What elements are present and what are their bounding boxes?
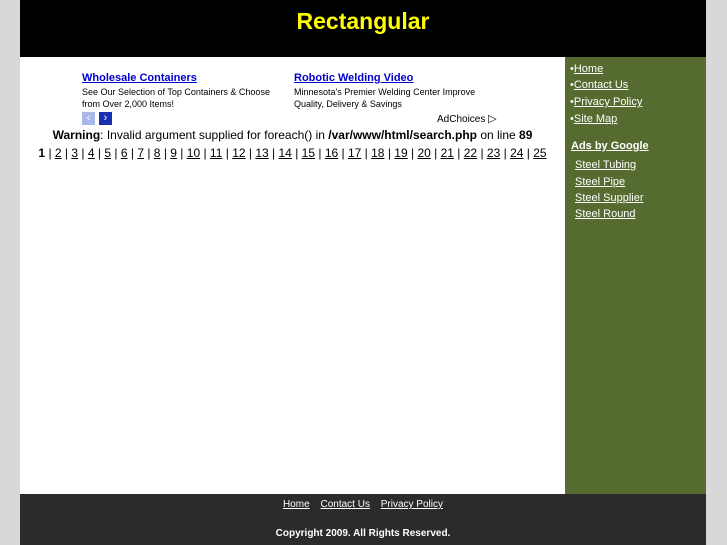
pager-link-page-14[interactable]: 14 <box>279 146 292 160</box>
site-header: Rectangular <box>20 0 706 57</box>
pager-link-page-11[interactable]: 11 <box>210 146 222 160</box>
sidebar-link-home[interactable]: Home <box>574 63 603 75</box>
pager-separator: | <box>144 146 154 160</box>
google-ad-steel-round[interactable]: Steel Round <box>575 208 636 220</box>
pager-separator: | <box>268 146 279 160</box>
pager-link-page-22[interactable]: 22 <box>464 146 477 160</box>
pager-separator: | <box>523 146 534 160</box>
footer-links: Home Contact Us Privacy Policy <box>20 499 706 510</box>
site-footer: Home Contact Us Privacy Policy Copyright… <box>20 494 706 545</box>
pager-separator: | <box>78 146 88 160</box>
pager-separator: | <box>361 146 372 160</box>
pager-separator: | <box>160 146 171 160</box>
warning-text-1: : Invalid argument supplied for foreach(… <box>100 128 329 142</box>
pager-separator: | <box>94 146 105 160</box>
footer-link-home[interactable]: Home <box>283 499 310 510</box>
sidebar-link-privacy-policy[interactable]: Privacy Policy <box>574 96 642 108</box>
adchoices-link[interactable]: AdChoices ▷ <box>437 112 497 125</box>
pager-link-page-19[interactable]: 19 <box>394 146 407 160</box>
pager-separator: | <box>500 146 511 160</box>
pager-link-page-10[interactable]: 10 <box>187 146 200 160</box>
warning-label: Warning <box>52 128 101 142</box>
pager-separator: | <box>200 146 210 160</box>
sidebar-link-site-map[interactable]: Site Map <box>574 113 617 125</box>
warning-line: 89 <box>519 128 533 142</box>
pager-separator: | <box>338 146 348 160</box>
sidebar-item-home: •Home <box>570 63 603 75</box>
pager-link-page-9[interactable]: 9 <box>170 146 177 160</box>
page-container: Rectangular Wholesale Containers See Our… <box>20 0 706 545</box>
sidebar-item-contact: •Contact Us <box>570 79 628 91</box>
sidebar: •Home •Contact Us •Privacy Policy •Site … <box>565 57 706 494</box>
footer-link-contact-us[interactable]: Contact Us <box>320 499 369 510</box>
ad-2-title-link[interactable]: Robotic Welding Video <box>294 72 413 84</box>
pager-separator: | <box>430 146 441 160</box>
pager-separator: | <box>61 146 72 160</box>
pager-link-page-20[interactable]: 20 <box>417 146 430 160</box>
google-ad-steel-tubing[interactable]: Steel Tubing <box>575 159 636 171</box>
pager-link-page-4[interactable]: 4 <box>88 146 95 160</box>
ad-2-desc-line-1: Minnesota's Premier Welding Center Impro… <box>294 87 476 97</box>
pager-separator: | <box>315 146 325 160</box>
pager-link-page-15[interactable]: 15 <box>302 146 315 160</box>
warning-path: /var/www/html/search.php <box>328 128 477 142</box>
ad-1-desc-line-2: from Over 2,000 Items! <box>82 99 175 109</box>
copyright-text: Copyright 2009. All Rights Reserved. <box>275 528 451 539</box>
adchoices-icon: ▷ <box>488 113 497 125</box>
pager-current-page: 1 <box>38 146 46 160</box>
ad-1-description: See Our Selection of Top Containers & Ch… <box>82 86 270 110</box>
pager-separator: | <box>453 146 464 160</box>
google-ad-steel-supplier[interactable]: Steel Supplier <box>575 192 644 204</box>
site-title: Rectangular <box>296 8 430 34</box>
google-ad-steel-pipe[interactable]: Steel Pipe <box>575 176 625 188</box>
pager-link-page-2[interactable]: 2 <box>55 146 62 160</box>
warning-text-2: on line <box>477 128 520 142</box>
chevron-left-icon[interactable]: ‹ <box>82 112 95 125</box>
pager-link-page-12[interactable]: 12 <box>232 146 245 160</box>
pager-separator: | <box>127 146 138 160</box>
pager-separator: | <box>111 146 121 160</box>
adchoices-label: AdChoices <box>437 114 486 125</box>
sidebar-item-privacy: •Privacy Policy <box>570 96 642 108</box>
pager-link-page-17[interactable]: 17 <box>348 146 361 160</box>
ads-by-google-label[interactable]: Ads by Google <box>571 140 649 152</box>
php-warning: Warning: Invalid argument supplied for f… <box>20 128 565 142</box>
ad-1-title-link[interactable]: Wholesale Containers <box>82 72 197 84</box>
pager-link-page-7[interactable]: 7 <box>137 146 144 160</box>
pager-separator: | <box>176 146 187 160</box>
footer-link-privacy-policy[interactable]: Privacy Policy <box>381 499 443 510</box>
pager-separator: | <box>222 146 233 160</box>
pager-link-page-25[interactable]: 25 <box>533 146 546 160</box>
pager-separator: | <box>384 146 395 160</box>
chevron-right-icon[interactable]: › <box>99 112 112 125</box>
pager-link-page-13[interactable]: 13 <box>255 146 268 160</box>
ad-2-description: Minnesota's Premier Welding Center Impro… <box>294 86 475 110</box>
pager-link-page-16[interactable]: 16 <box>325 146 338 160</box>
pager-separator: | <box>407 146 418 160</box>
ad-2-desc-line-2: Quality, Delivery & Savings <box>294 99 402 109</box>
pager-link-page-21[interactable]: 21 <box>441 146 454 160</box>
pager-link-page-18[interactable]: 18 <box>371 146 384 160</box>
pager-link-page-6[interactable]: 6 <box>121 146 128 160</box>
pagination: 1 | 2 | 3 | 4 | 5 | 6 | 7 | 8 | 9 | 10 |… <box>20 146 565 160</box>
sidebar-item-sitemap: •Site Map <box>570 113 617 125</box>
pager-link-page-23[interactable]: 23 <box>487 146 500 160</box>
pager-separator: | <box>245 146 256 160</box>
pager-link-page-24[interactable]: 24 <box>510 146 523 160</box>
pager-separator: | <box>477 146 487 160</box>
sidebar-link-contact-us[interactable]: Contact Us <box>574 79 628 91</box>
pager-separator: | <box>291 146 302 160</box>
ad-1-desc-line-1: See Our Selection of Top Containers & Ch… <box>82 87 270 97</box>
